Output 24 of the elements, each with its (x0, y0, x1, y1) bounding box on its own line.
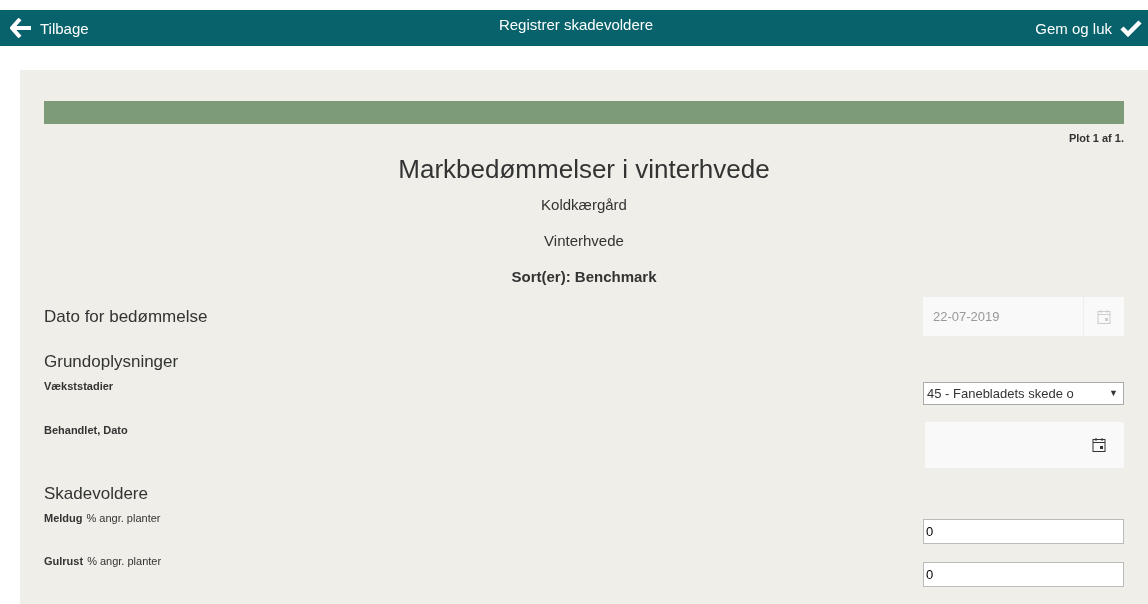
field-label: Dato for bedømmelse (44, 306, 208, 327)
field-label: Vækststadier (44, 380, 114, 392)
form-subtitle: Vinterhvede (543, 231, 625, 251)
save-close-button[interactable]: Gem og luk (1035, 13, 1142, 43)
field-label: Behandlet, Dato (44, 424, 128, 436)
field-label: Meldug % angr. planter (44, 512, 161, 524)
date-field[interactable] (925, 422, 1124, 468)
section-heading: Skadevoldere (44, 484, 149, 504)
input-field[interactable]: 0 (923, 562, 1124, 587)
input-field[interactable]: 0 (923, 519, 1124, 544)
section-heading: Grundoplysninger (44, 352, 180, 372)
form-title: Markbedømmelser i vinterhvede (397, 154, 771, 185)
calendar-icon (1092, 437, 1106, 453)
calendar-icon (1097, 308, 1111, 325)
field-label: Gulrust % angr. planter (44, 555, 162, 567)
page-title: Registrer skadevoldere (498, 16, 654, 33)
dropdown[interactable]: 45 - Fanebladets skede o ▼ (923, 381, 1124, 405)
plot-counter: Plot 1 af 1. (1067, 132, 1124, 146)
form-subtitle: Koldkærgård (540, 195, 628, 215)
caret-icon: ▼ (1109, 388, 1118, 398)
checkmark-icon (1120, 19, 1142, 37)
variety-label: Sort(er): Benchmark (510, 267, 658, 287)
back-button[interactable]: Tilbage (10, 13, 89, 43)
left-arrow-icon (10, 18, 32, 38)
